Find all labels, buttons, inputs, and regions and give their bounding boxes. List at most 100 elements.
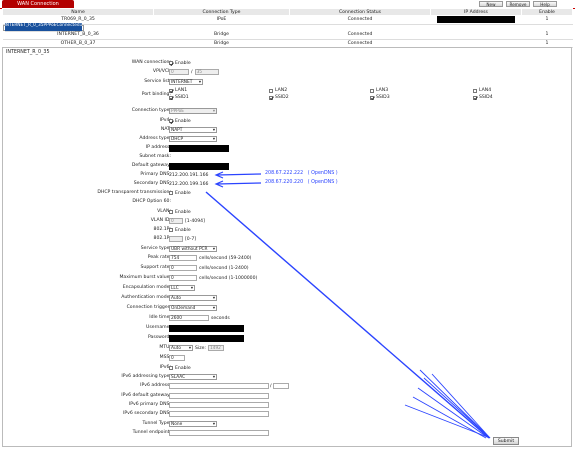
ipv6-prefix-input[interactable]: [272, 383, 289, 390]
port-ssid1[interactable]: SSID1: [169, 95, 189, 100]
chevron-down-icon: ▾: [212, 127, 215, 133]
lan3-checkbox[interactable]: [370, 88, 374, 93]
row-password: Password:: [3, 334, 573, 343]
vpi-input[interactable]: 0: [169, 69, 189, 76]
auth-mode-label: Authentication mode:: [121, 295, 171, 300]
chevron-down-icon: ▾: [212, 108, 215, 114]
encapsulation-select[interactable]: LLC ▾: [169, 285, 195, 292]
p8021p-checkbox[interactable]: [169, 228, 173, 233]
mss-input[interactable]: 0: [169, 355, 185, 362]
max-burst-input[interactable]: 0: [169, 275, 197, 282]
new-button[interactable]: New: [479, 0, 503, 7]
row-ip-address: IP address:: [3, 144, 573, 153]
vlan-checkbox[interactable]: [169, 210, 173, 215]
row-subnet-mask: Subnet mask:: [3, 153, 573, 162]
ipv6-primary-dns-input[interactable]: [169, 402, 269, 409]
support-rate-input[interactable]: 0: [169, 265, 197, 272]
chevron-down-icon: ▾: [212, 295, 215, 301]
ssid2-checkbox[interactable]: [269, 95, 273, 100]
vci-input[interactable]: 35: [194, 69, 219, 76]
row-ipv4: IPv4: Enable: [3, 117, 573, 126]
nat-select[interactable]: NAPT ▾: [169, 127, 217, 134]
dhcp-transparent-checkbox[interactable]: [169, 191, 173, 196]
ipv6-gateway-label: IPv6 default gateway:: [121, 393, 171, 398]
port-ssid2[interactable]: SSID2: [269, 95, 289, 100]
wan-connection-checkbox[interactable]: [169, 61, 173, 66]
p8021p-input[interactable]: [169, 236, 183, 243]
cell-status: Connected: [289, 15, 431, 25]
row-ipv6-primary-dns: IPv6 primary DNS:: [3, 401, 573, 410]
password-redacted[interactable]: [169, 334, 244, 342]
port-label: SSID4: [479, 95, 493, 100]
ssid4-checkbox[interactable]: [473, 95, 477, 100]
lan2-checkbox[interactable]: [269, 88, 273, 93]
submit-button[interactable]: Submit: [493, 437, 519, 445]
help-button[interactable]: Help: [533, 0, 557, 7]
port-ssid3[interactable]: SSID3: [370, 95, 390, 100]
ipv6-address-input[interactable]: [169, 383, 269, 390]
tunnel-type-select[interactable]: None ▾: [169, 421, 217, 428]
primary-dns-note-tag: ( OpenDNS ): [307, 171, 338, 176]
service-list-select[interactable]: INTERNET ▾: [169, 79, 203, 86]
ssid3-checkbox[interactable]: [370, 95, 374, 100]
row-auth-mode: Authentication mode: Auto ▾: [3, 294, 573, 303]
mtu-size-input[interactable]: 1492: [207, 345, 224, 352]
cell-type: PPPoE: [43, 23, 57, 32]
table-row[interactable]: INTERNET_B_0_36 Bridge Connected 1: [2, 31, 573, 40]
row-8021p-enable: 802.1P: Enable: [3, 226, 573, 235]
conn-trigger-select[interactable]: OnDemand ▾: [169, 305, 217, 312]
username-redacted[interactable]: [169, 324, 244, 332]
service-type-label: Service type:: [140, 246, 171, 251]
port-lan1[interactable]: LAN1: [169, 88, 187, 93]
primary-dns-note-ip: 208.67.222.222: [265, 171, 304, 176]
ipv6-addr-type-select[interactable]: SLAAC ▾: [169, 374, 217, 381]
table-header-row: Name Connection Type Connection Status I…: [2, 8, 573, 16]
auth-mode-select[interactable]: Auto ▾: [169, 295, 217, 302]
ipv6-checkbox[interactable]: [169, 366, 173, 371]
vlan-id-input[interactable]: 0: [169, 218, 183, 225]
ssid1-checkbox[interactable]: [169, 95, 173, 100]
row-ipv6-secondary-dns: IPv6 secondary DNS:: [3, 410, 573, 419]
column-header-type[interactable]: Connection Type: [153, 8, 290, 16]
connection-type-select[interactable]: PPPoE ▾: [169, 108, 217, 115]
column-header-ip[interactable]: IP Address: [430, 8, 522, 16]
column-header-status[interactable]: Connection Status: [289, 8, 431, 16]
cell-enable: 1: [521, 15, 573, 25]
mtu-select[interactable]: Auto ▾: [169, 345, 193, 352]
port-ssid4[interactable]: SSID4: [473, 95, 493, 100]
ipv6-addr-type-label: IPv6 addressing type:: [121, 374, 171, 379]
remove-button[interactable]: Remove: [506, 0, 530, 7]
dhcp-option60-label: DHCP Option 60:: [132, 199, 171, 204]
ipv6-secondary-dns-input[interactable]: [169, 411, 269, 418]
table-row-selected[interactable]: INTERNET_R_0_35 PPPoE Connected 1: [2, 23, 85, 32]
port-label: LAN1: [175, 88, 188, 93]
p8021p-hint: [0-7]: [185, 236, 197, 242]
address-type-select[interactable]: DHCP ▾: [169, 136, 217, 143]
row-8021p-value: 802.1P: [0-7]: [3, 235, 573, 244]
ipv6-gateway-input[interactable]: [169, 393, 269, 400]
column-header-name[interactable]: Name: [2, 8, 154, 16]
port-lan4[interactable]: LAN4: [473, 88, 491, 93]
row-tunnel-type: Tunnel Type: None ▾: [3, 420, 573, 429]
nat-value: NAPT: [171, 127, 183, 133]
conn-trigger-value: OnDemand: [171, 305, 196, 311]
lan4-checkbox[interactable]: [473, 88, 477, 93]
port-lan3[interactable]: LAN3: [370, 88, 388, 93]
row-wan-connection: WAN connection: Enable: [3, 59, 573, 68]
secondary-dns-note-ip: 208.67.220.220: [265, 180, 304, 185]
tab-wan-connection[interactable]: WAN Connection: [2, 0, 74, 8]
cell-type: IPoE: [153, 15, 290, 25]
subnet-mask-label: Subnet mask:: [139, 154, 171, 159]
tunnel-endpoint-input[interactable]: [169, 430, 269, 437]
port-lan2[interactable]: LAN2: [269, 88, 287, 93]
row-service-list: Service list: INTERNET ▾: [3, 78, 573, 87]
service-type-select[interactable]: UBR without PCR ▾: [169, 246, 217, 253]
row-conn-trigger: Connection trigger: OnDemand ▾: [3, 304, 573, 313]
lan1-checkbox[interactable]: [169, 88, 173, 93]
cell-ip: [430, 31, 522, 40]
column-header-enable[interactable]: Enable: [521, 8, 573, 16]
ipv4-checkbox[interactable]: [169, 119, 173, 124]
table-row[interactable]: TR069_R_0_35 IPoE Connected 1: [2, 15, 573, 25]
peak-rate-input[interactable]: 754: [169, 255, 197, 262]
idle-time-input[interactable]: 2600: [169, 315, 209, 322]
